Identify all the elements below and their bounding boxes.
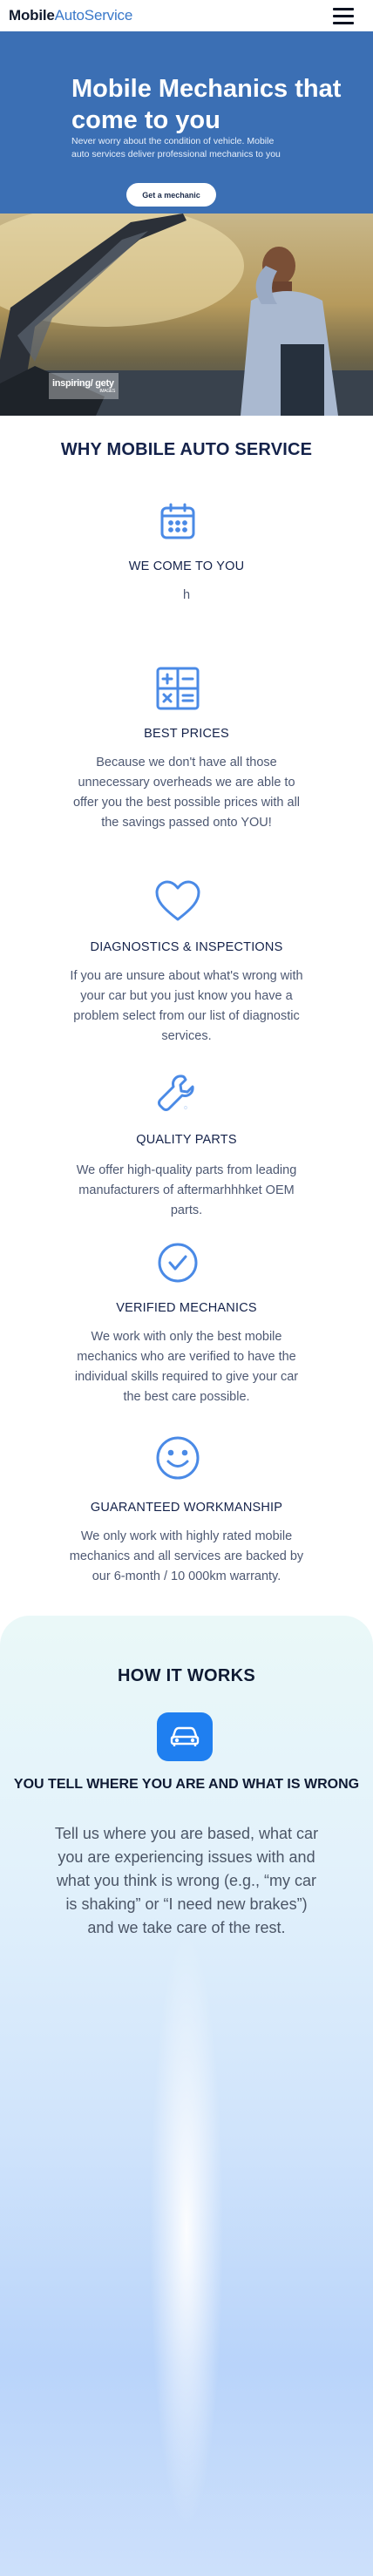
feature-title-quality-parts: QUALITY PARTS [136, 1133, 237, 1147]
check-circle-icon [153, 1238, 202, 1287]
get-mechanic-button[interactable]: Get a mechanic [126, 183, 216, 207]
why-section-title: WHY MOBILE AUTO SERVICE [60, 440, 313, 459]
heart-icon [153, 877, 202, 925]
how-it-works-title: HOW IT WORKS [117, 1666, 256, 1685]
feature-title-best-prices: BEST PRICES [144, 727, 229, 741]
feature-desc-workmanship: We only work with highly rated mobile me… [69, 1529, 304, 1583]
hero-title: Mobile Mechanics that come to you [71, 75, 342, 134]
feature-title-we-come: WE COME TO YOU [128, 559, 245, 573]
logo-part-mobile: Mobile [9, 7, 55, 24]
how-it-works-section: HOW IT WORKS YOU TELL WHERE YOU ARE AND … [0, 1616, 373, 2576]
watermark-sub: IMAGES [99, 389, 115, 394]
smile-icon [153, 1434, 202, 1482]
hero-subtitle: Never worry about the condition of vehic… [71, 136, 281, 159]
wrench-icon [153, 1070, 202, 1119]
watermark-main: inspiring/ gety [52, 378, 114, 389]
menu-line [333, 14, 354, 17]
feature-desc-diagnostics: If you are unsure about what's wrong wit… [70, 969, 303, 1043]
hamburger-menu-icon[interactable] [333, 7, 354, 24]
top-navbar: MobileAutoService [0, 0, 373, 31]
feature-desc-we-come: h [183, 588, 191, 602]
feature-desc-verified-mechanics: We work with only the best mobile mechan… [74, 1330, 299, 1404]
page: MobileAutoService Mobile Mechanics that … [0, 0, 373, 2576]
photo-watermark: inspiring/ gety IMAGES [49, 373, 119, 399]
calendar-icon [153, 498, 202, 546]
feature-title-verified-mechanics: VERIFIED MECHANICS [116, 1301, 257, 1315]
feature-desc-best-prices: Because we don't have all those unnecess… [72, 756, 301, 830]
hero-photo: inspiring/ gety IMAGES [0, 214, 373, 416]
feature-title-diagnostics: DIAGNOSTICS & INSPECTIONS [90, 940, 283, 954]
feature-desc-quality-parts: We offer high-quality parts from leading… [76, 1163, 297, 1217]
logo-part-autoservice: AutoService [54, 7, 133, 24]
menu-line [333, 7, 354, 10]
car-icon [157, 1712, 213, 1761]
how-step-title: YOU TELL WHERE YOU ARE AND WHAT IS WRONG [13, 1777, 360, 1792]
how-step-description: Tell us where you are based, what car yo… [54, 1825, 319, 1936]
calculator-icon [153, 664, 202, 713]
feature-title-workmanship: GUARANTEED WORKMANSHIP [90, 1501, 283, 1515]
hero-section: Mobile Mechanics that come to you Never … [0, 31, 373, 214]
site-logo[interactable]: MobileAutoService [9, 7, 132, 24]
menu-line [333, 21, 354, 24]
